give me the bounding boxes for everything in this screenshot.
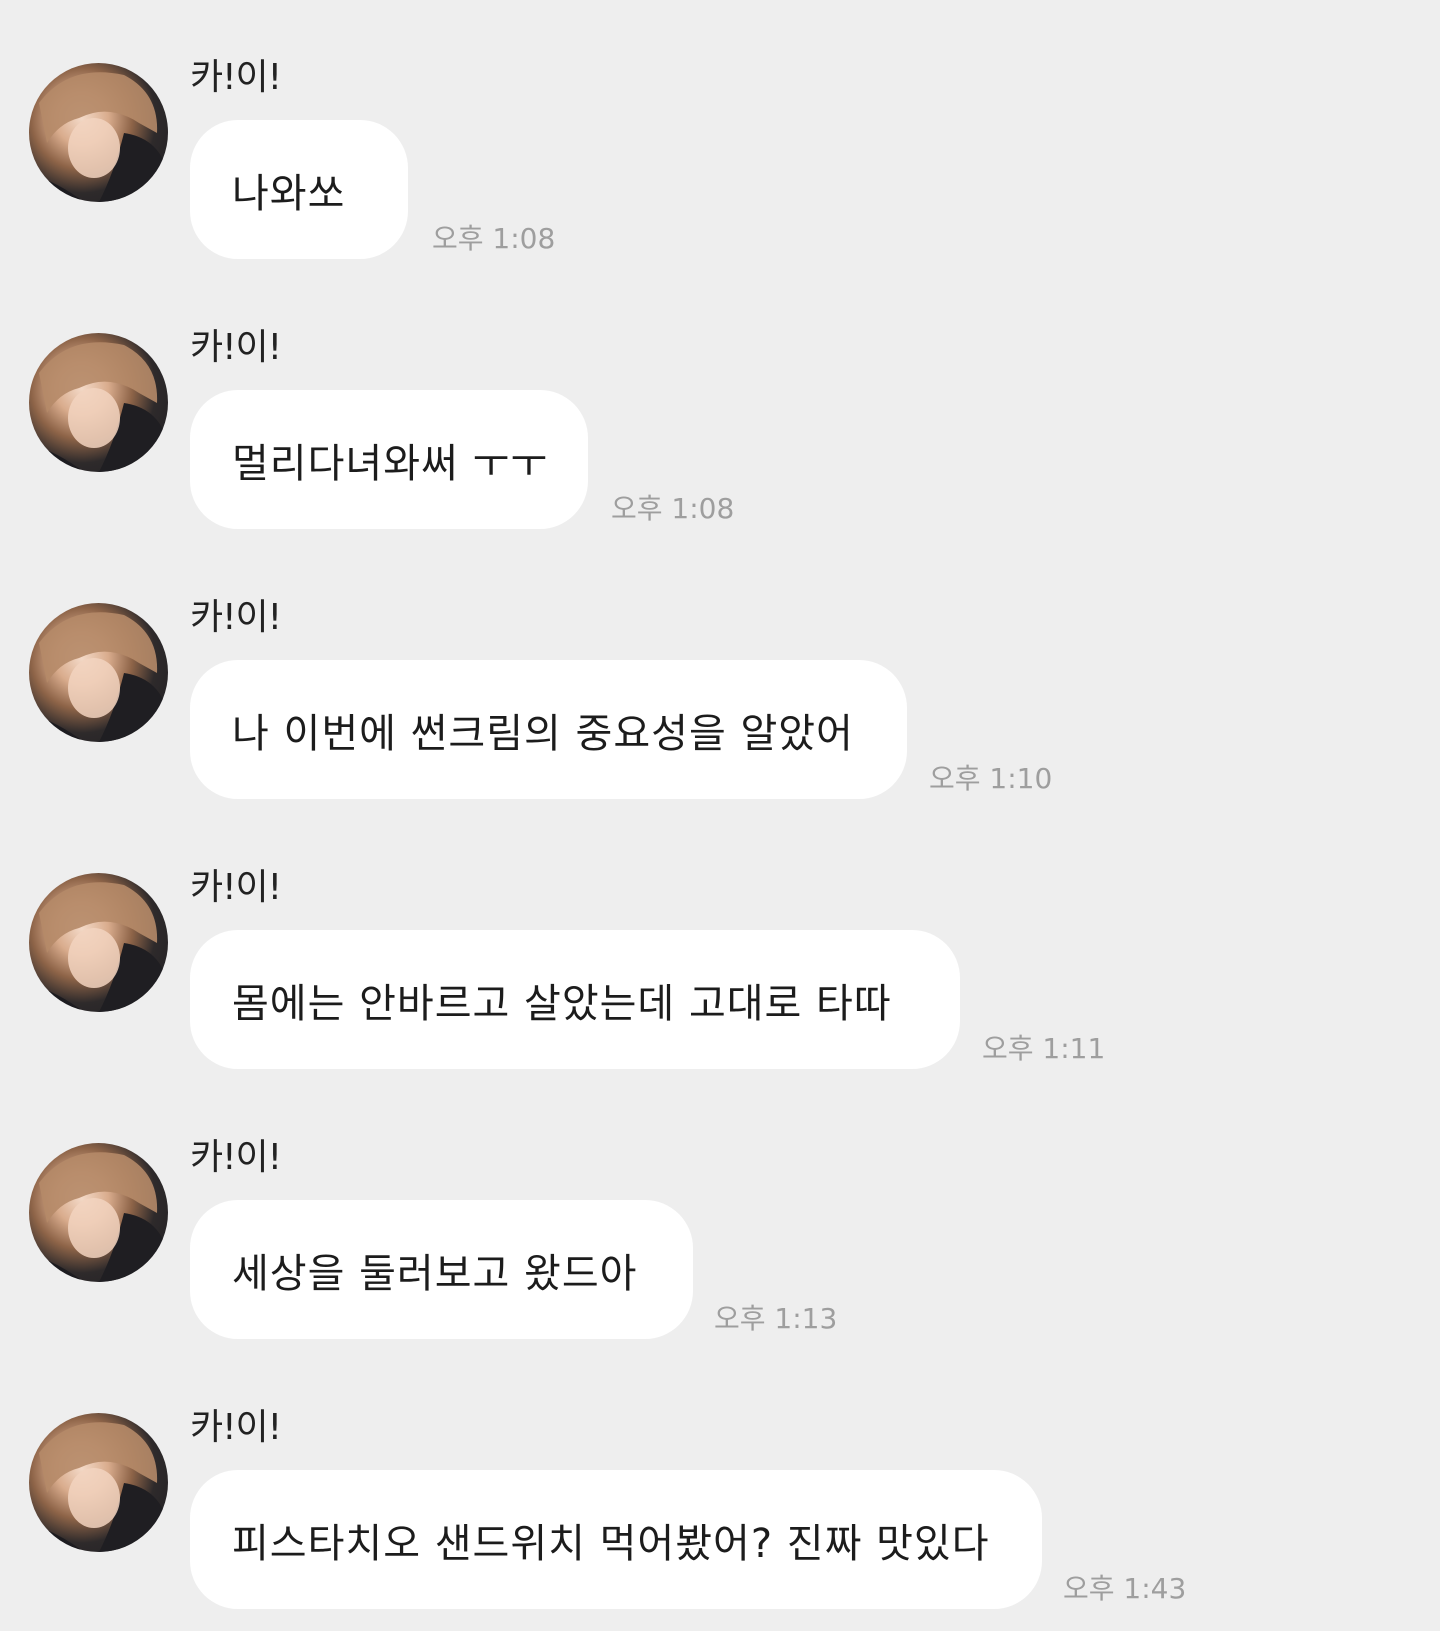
message-bubble[interactable]: 멀리다녀와써 ㅜㅜ	[190, 390, 588, 529]
profile-photo-icon	[29, 1152, 168, 1282]
sender-name: 카!이!	[190, 57, 282, 98]
profile-photo-icon	[29, 72, 168, 202]
avatar[interactable]	[29, 873, 168, 1012]
message-timestamp: 오후 1:10	[929, 762, 1053, 795]
message-bubble[interactable]: 세상을 둘러보고 왔드아	[190, 1200, 693, 1339]
profile-photo-icon	[29, 1422, 168, 1552]
profile-photo-icon	[29, 342, 168, 472]
message-timestamp: 오후 1:08	[432, 222, 556, 255]
sender-name: 카!이!	[190, 327, 282, 368]
message-timestamp: 오후 1:11	[982, 1032, 1106, 1065]
message-row: 카!이! 나 이번에 썬크림의 중요성을 알았어 오후 1:10	[0, 540, 1440, 810]
avatar[interactable]	[29, 603, 168, 742]
message-row: 카!이! 피스타치오 샌드위치 먹어봤어? 진짜 맛있다 오후 1:43	[0, 1350, 1440, 1620]
message-bubble[interactable]: 나와쏘	[190, 120, 408, 259]
message-bubble[interactable]: 피스타치오 샌드위치 먹어봤어? 진짜 맛있다	[190, 1470, 1042, 1609]
message-row: 카!이! 멀리다녀와써 ㅜㅜ 오후 1:08	[0, 270, 1440, 540]
profile-photo-icon	[29, 612, 168, 742]
message-timestamp: 오후 1:43	[1063, 1572, 1187, 1605]
avatar[interactable]	[29, 63, 168, 202]
message-row: 카!이! 나와쏘 오후 1:08	[0, 0, 1440, 270]
profile-photo-icon	[29, 882, 168, 1012]
avatar[interactable]	[29, 333, 168, 472]
sender-name: 카!이!	[190, 597, 282, 638]
sender-name: 카!이!	[190, 1407, 282, 1448]
message-row: 카!이! 세상을 둘러보고 왔드아 오후 1:13	[0, 1080, 1440, 1350]
message-bubble[interactable]: 나 이번에 썬크림의 중요성을 알았어	[190, 660, 907, 799]
message-row: 카!이! 몸에는 안바르고 살았는데 고대로 타따 오후 1:11	[0, 810, 1440, 1080]
sender-name: 카!이!	[190, 1137, 282, 1178]
message-timestamp: 오후 1:13	[714, 1302, 838, 1335]
chat-message-list: 카!이! 나와쏘 오후 1:08 카!이! 멀리다녀와써 ㅜㅜ 오후 1:08	[0, 0, 1440, 1631]
sender-name: 카!이!	[190, 867, 282, 908]
avatar[interactable]	[29, 1413, 168, 1552]
message-timestamp: 오후 1:08	[611, 492, 735, 525]
message-bubble[interactable]: 몸에는 안바르고 살았는데 고대로 타따	[190, 930, 960, 1069]
avatar[interactable]	[29, 1143, 168, 1282]
